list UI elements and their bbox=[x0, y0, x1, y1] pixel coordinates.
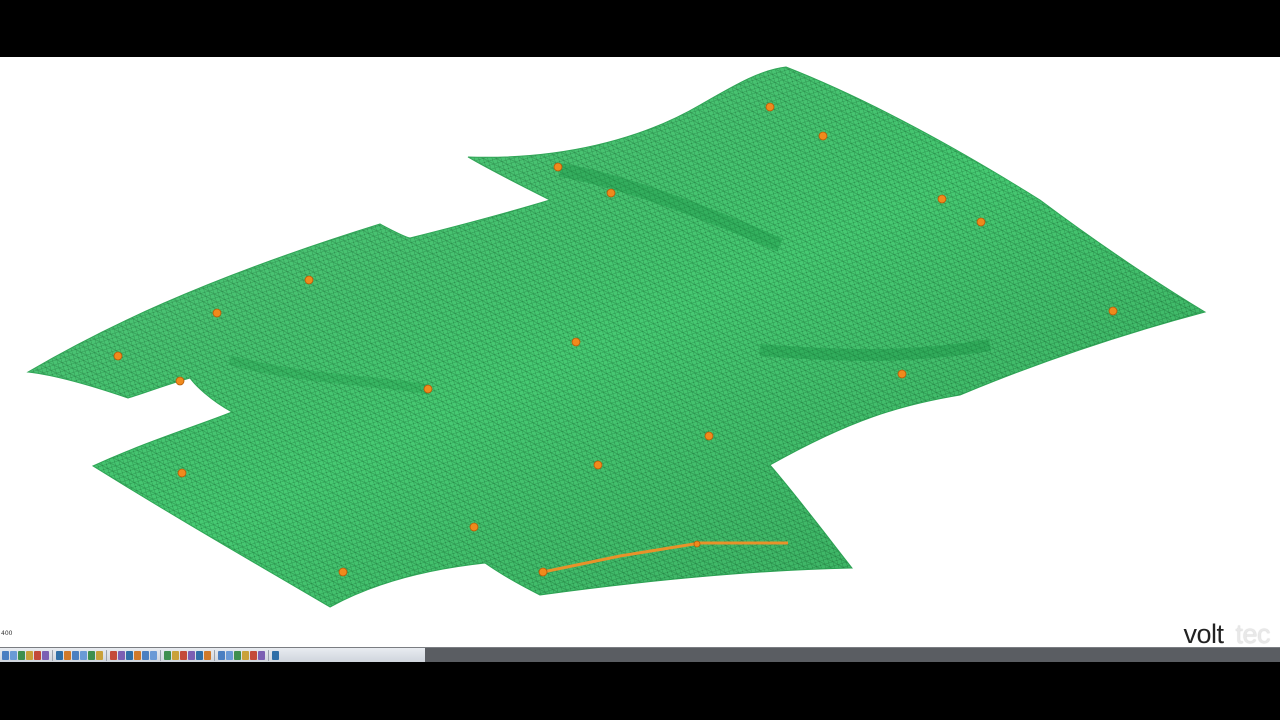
bottom-toolbar bbox=[0, 647, 1280, 663]
render-icon[interactable] bbox=[142, 651, 149, 660]
pole-marker[interactable] bbox=[571, 337, 581, 347]
pole-marker[interactable] bbox=[765, 102, 775, 112]
toolbar-separator bbox=[106, 650, 107, 661]
pole-marker[interactable] bbox=[177, 468, 187, 478]
pole-marker[interactable] bbox=[897, 369, 907, 379]
pole-marker[interactable] bbox=[818, 131, 828, 141]
toolbar-separator bbox=[214, 650, 215, 661]
measure-icon[interactable] bbox=[72, 651, 79, 660]
toolbar-separator bbox=[160, 650, 161, 661]
fit-icon[interactable] bbox=[42, 651, 49, 660]
brand-logo-part1: volt bbox=[1183, 619, 1224, 647]
pole-marker[interactable] bbox=[175, 376, 185, 386]
pole-marker[interactable] bbox=[553, 162, 563, 172]
terrain-mesh-view[interactable] bbox=[0, 57, 1280, 647]
brand-logo: volt tec bbox=[1183, 619, 1270, 647]
grid-icon[interactable] bbox=[96, 651, 103, 660]
pencil-icon[interactable] bbox=[204, 651, 211, 660]
dimension-icon[interactable] bbox=[196, 651, 203, 660]
pole-marker[interactable] bbox=[937, 194, 947, 204]
node-icon[interactable] bbox=[118, 651, 125, 660]
letterbox-bottom bbox=[0, 662, 1280, 720]
zoom-extents-icon[interactable] bbox=[2, 651, 9, 660]
scale-readout: 400 bbox=[1, 630, 13, 637]
undo-icon[interactable] bbox=[258, 651, 265, 660]
toolbar-separator bbox=[52, 650, 53, 661]
pole-marker[interactable] bbox=[693, 540, 701, 548]
table-icon[interactable] bbox=[242, 651, 249, 660]
filter-icon[interactable] bbox=[64, 651, 71, 660]
mesh-icon[interactable] bbox=[110, 651, 117, 660]
pole-marker[interactable] bbox=[593, 460, 603, 470]
pole-marker[interactable] bbox=[704, 431, 714, 441]
brand-logo-part2: tec bbox=[1235, 619, 1270, 647]
pole-marker[interactable] bbox=[1108, 306, 1118, 316]
layer-icon[interactable] bbox=[88, 651, 95, 660]
pole-marker[interactable] bbox=[423, 384, 433, 394]
pole-marker[interactable] bbox=[976, 217, 986, 227]
refresh-icon[interactable] bbox=[250, 651, 257, 660]
elevation-icon[interactable] bbox=[126, 651, 133, 660]
text-icon[interactable] bbox=[188, 651, 195, 660]
ruler-icon[interactable] bbox=[80, 651, 87, 660]
export-icon[interactable] bbox=[272, 651, 279, 660]
marker-icon[interactable] bbox=[218, 651, 225, 660]
chart-icon[interactable] bbox=[234, 651, 241, 660]
snap-icon[interactable] bbox=[134, 651, 141, 660]
zoom-out-icon[interactable] bbox=[18, 651, 25, 660]
pointer-icon[interactable] bbox=[180, 651, 187, 660]
letterbox-top bbox=[0, 0, 1280, 57]
pole-marker[interactable] bbox=[338, 567, 348, 577]
pole-marker[interactable] bbox=[304, 275, 314, 285]
3d-viewport[interactable]: 400 volt tec bbox=[0, 57, 1280, 647]
light-icon[interactable] bbox=[172, 651, 179, 660]
zoom-in-icon[interactable] bbox=[10, 651, 17, 660]
pole-marker[interactable] bbox=[113, 351, 123, 361]
terrain-shading bbox=[28, 67, 1205, 607]
pole-marker[interactable] bbox=[212, 308, 222, 318]
select-icon[interactable] bbox=[56, 651, 63, 660]
pan-icon[interactable] bbox=[26, 651, 33, 660]
pole-marker[interactable] bbox=[606, 188, 616, 198]
toolbar-strip bbox=[0, 648, 425, 663]
rotate-icon[interactable] bbox=[34, 651, 41, 660]
wireframe-icon[interactable] bbox=[150, 651, 157, 660]
toolbar-separator bbox=[268, 650, 269, 661]
pole-marker[interactable] bbox=[469, 522, 479, 532]
shade-icon[interactable] bbox=[164, 651, 171, 660]
pole-marker[interactable] bbox=[538, 567, 548, 577]
camera-icon[interactable] bbox=[226, 651, 233, 660]
